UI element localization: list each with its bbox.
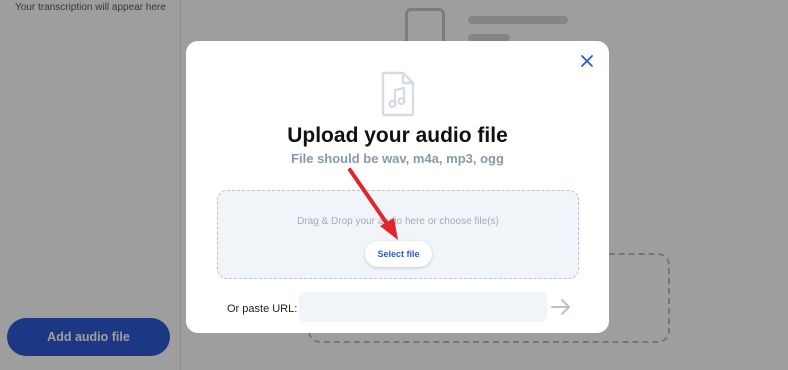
close-icon[interactable] <box>579 53 595 69</box>
url-label: Or paste URL: <box>227 303 298 315</box>
annotation-arrow-icon <box>348 168 398 240</box>
audio-file-icon <box>378 70 418 118</box>
url-input[interactable] <box>299 292 547 322</box>
modal-title: Upload your audio file <box>287 124 508 147</box>
arrow-right-icon[interactable] <box>550 296 572 318</box>
